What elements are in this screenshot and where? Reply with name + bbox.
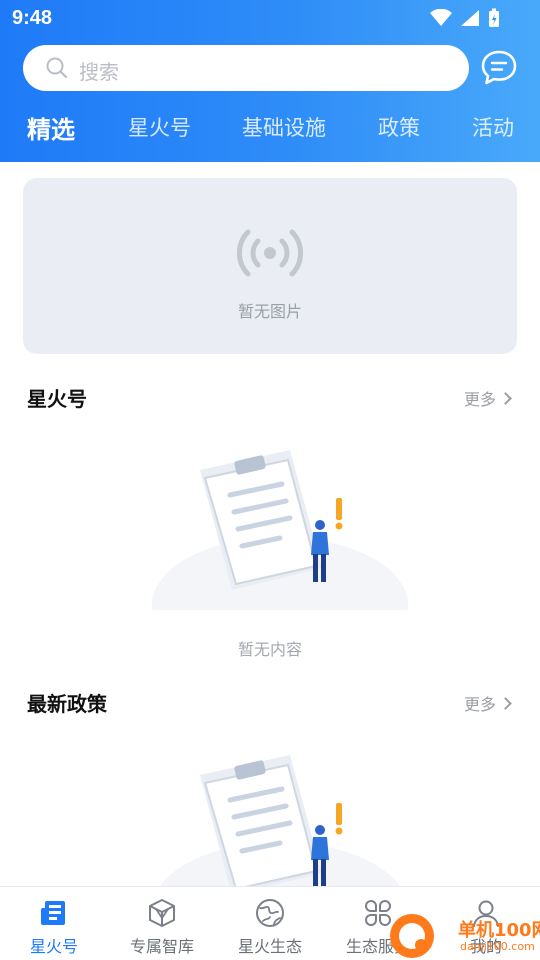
status-icons [430, 8, 500, 32]
more-link-xinghuo[interactable]: 更多 [464, 386, 512, 410]
section-title-latest-policy: 最新政策 [27, 692, 107, 716]
watermark-subtext: danji100.com [460, 940, 535, 953]
search-icon [45, 56, 69, 80]
wifi-icon [430, 8, 452, 31]
nav-label: 专属智库 [129, 937, 194, 956]
more-label: 更多 [464, 390, 497, 409]
banner-carousel[interactable]: 暂无图片 [23, 178, 517, 354]
globe-icon [254, 897, 286, 929]
chevron-right-icon [499, 391, 512, 405]
broadcast-icon [234, 226, 306, 280]
more-label: 更多 [464, 695, 497, 714]
watermark-logo: 单机100网 danji100.com [388, 912, 540, 960]
nav-label: 星火生态 [237, 937, 302, 956]
chevron-right-icon [499, 696, 512, 710]
cell-signal-icon [460, 9, 480, 31]
battery-icon [488, 8, 500, 32]
banner-empty-text: 暂无图片 [237, 302, 302, 321]
nav-label: 星火号 [29, 937, 78, 956]
message-button[interactable] [480, 49, 518, 87]
chat-bubble-icon [480, 50, 518, 91]
newspaper-icon [38, 897, 70, 929]
section-title-xinghuo: 星火号 [27, 387, 87, 411]
cube-icon [146, 897, 178, 929]
search-bar[interactable]: 搜索 [23, 45, 469, 91]
watermark-circle-icon [390, 914, 434, 958]
status-bar: 9:48 [0, 0, 540, 36]
nav-item-think-tank[interactable]: 专属智库 [108, 887, 216, 960]
nav-item-ecosystem[interactable]: 星火生态 [216, 887, 324, 960]
search-input[interactable]: 搜索 [79, 56, 119, 85]
category-tabs: 精选 星火号 基础设施 政策 活动 [0, 112, 540, 152]
header: 9:48 搜索 精选 星火号 基础设施 政策 活动 [0, 0, 540, 162]
empty-state-text: 暂无内容 [237, 640, 302, 659]
status-time: 9:48 [12, 7, 53, 29]
tab-infrastructure[interactable]: 基础设施 [242, 112, 326, 142]
empty-state-illustration [150, 440, 410, 673]
nav-item-xinghuo[interactable]: 星火号 [0, 887, 108, 960]
tab-policy[interactable]: 政策 [378, 112, 420, 142]
tab-activity[interactable]: 活动 [472, 112, 514, 142]
tab-xinghuo[interactable]: 星火号 [128, 112, 191, 142]
watermark-text: 单机100网 [458, 920, 540, 941]
tab-featured[interactable]: 精选 [27, 110, 75, 145]
more-link-policy[interactable]: 更多 [464, 691, 512, 715]
